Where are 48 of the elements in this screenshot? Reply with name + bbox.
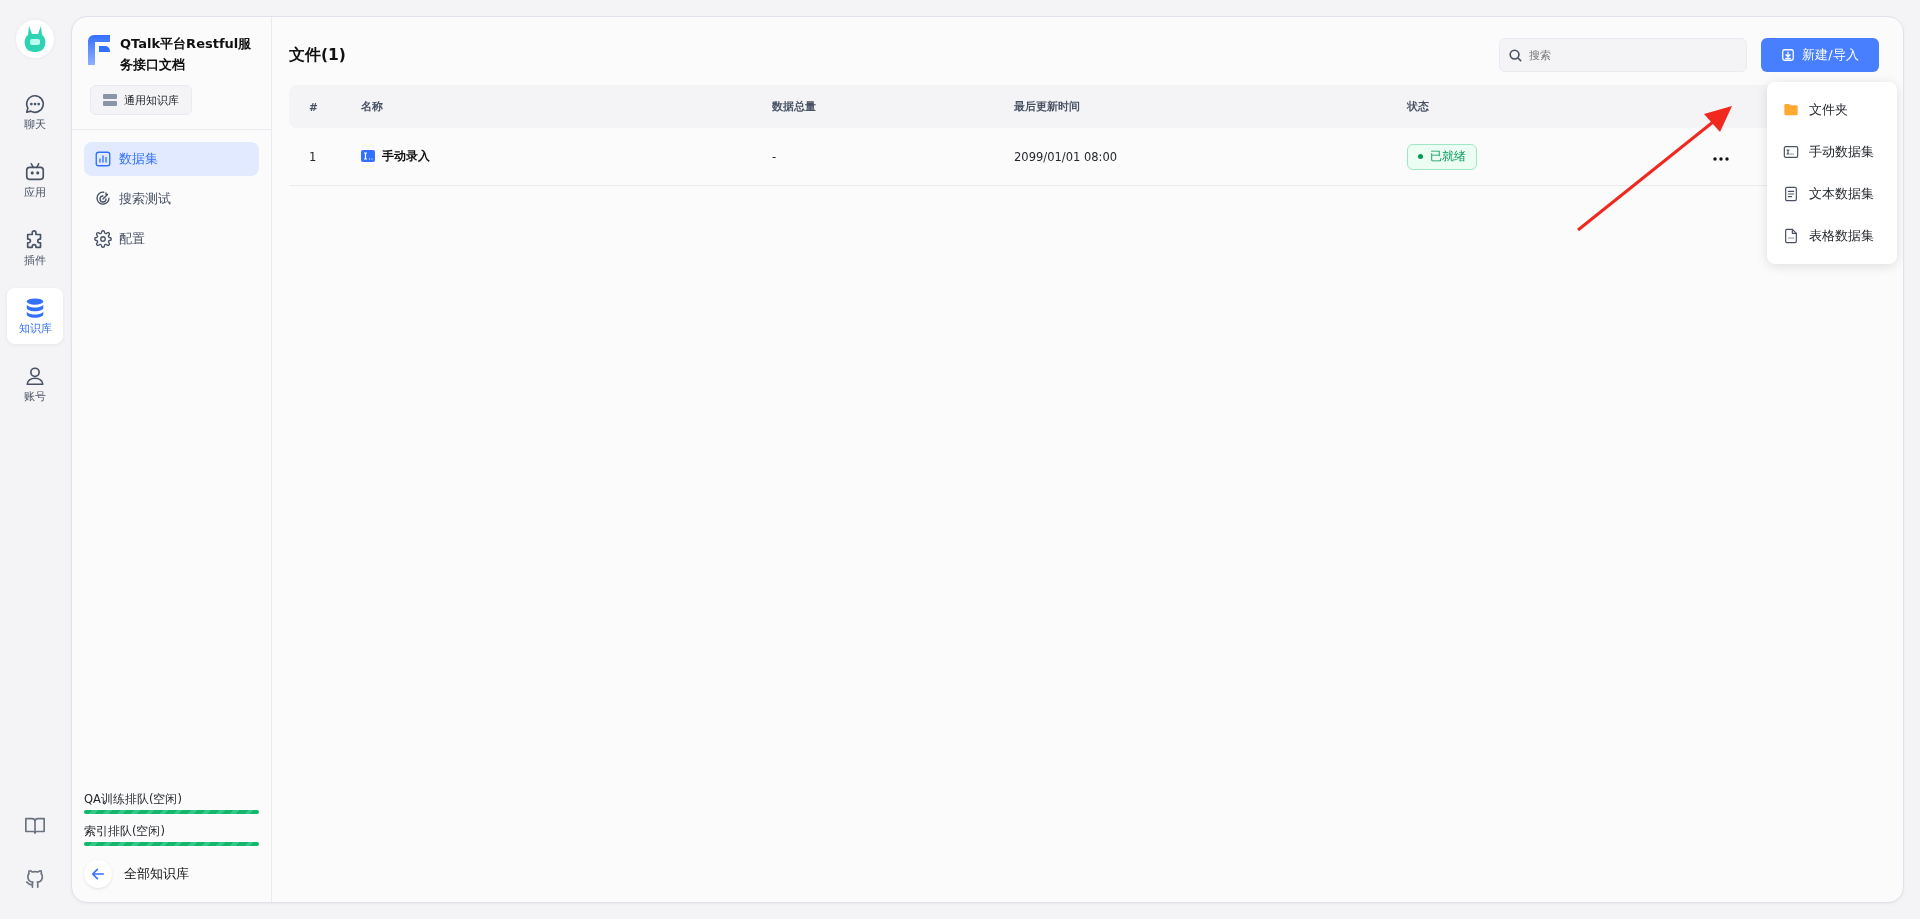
logo (86, 35, 112, 65)
github-icon[interactable] (24, 867, 46, 889)
menu-item[interactable]: 表格数据集 (1767, 215, 1897, 257)
import-icon (1781, 48, 1796, 62)
column-header: 最后更新时间 (1013, 85, 1406, 128)
table-cell: 1 (309, 149, 317, 164)
table-cell: - (772, 149, 777, 164)
dataset-title: QTalk平台Restful服务接口文档 (120, 35, 253, 74)
column-header: 名称 (360, 85, 771, 128)
gear-icon (94, 230, 112, 248)
menu-item[interactable]: 手动数据集 (1767, 131, 1897, 173)
back-link[interactable]: 全部知识库 (84, 860, 259, 888)
column-header: 状态 (1406, 85, 1666, 128)
menu-item[interactable]: 文件夹 (1767, 89, 1897, 131)
user-icon (24, 364, 46, 387)
queue-label: QA训练排队(空闲) (84, 792, 183, 807)
menu-item[interactable]: 搜索测试 (84, 182, 259, 216)
nav-item[interactable]: 应用 (7, 152, 63, 208)
menu-item[interactable]: 配置 (84, 222, 259, 256)
search-field[interactable]: 搜索 (1499, 38, 1747, 72)
new-import-button[interactable]: 新建/导入 (1761, 38, 1879, 72)
menu-item[interactable]: 数据集 (84, 142, 259, 176)
table-cell: 2099/01/01 08:00 (1014, 149, 1118, 164)
nav-item[interactable]: 知识库 (7, 288, 63, 344)
book-icon[interactable] (24, 815, 46, 837)
file-name[interactable]: 手动录入 (361, 147, 430, 165)
status-badge: 已就绪 (1407, 143, 1477, 170)
chart-icon (94, 150, 112, 168)
text-cursor-icon (361, 150, 375, 163)
column-header: 数据总量 (771, 85, 1013, 128)
document-icon (1783, 186, 1799, 202)
chat-icon (24, 92, 46, 115)
more-icon[interactable] (1713, 156, 1729, 161)
nav-item[interactable]: 聊天 (7, 84, 63, 140)
column-header: # (289, 85, 360, 128)
nav-item[interactable]: 插件 (7, 220, 63, 276)
csv-file-icon (1783, 228, 1799, 244)
text-cursor-icon (1783, 144, 1799, 160)
queue-label: 索引排队(空闲) (84, 824, 166, 839)
page-title: 文件(1) (289, 44, 347, 66)
server-icon (103, 94, 117, 106)
database-icon (24, 296, 46, 319)
robot-icon (24, 160, 46, 183)
menu-item[interactable]: 文本数据集 (1767, 173, 1897, 215)
target-icon (94, 190, 112, 208)
nav-item[interactable]: 账号 (7, 356, 63, 412)
folder-icon (1783, 102, 1799, 118)
type-button[interactable]: 通用知识库 (90, 85, 192, 115)
